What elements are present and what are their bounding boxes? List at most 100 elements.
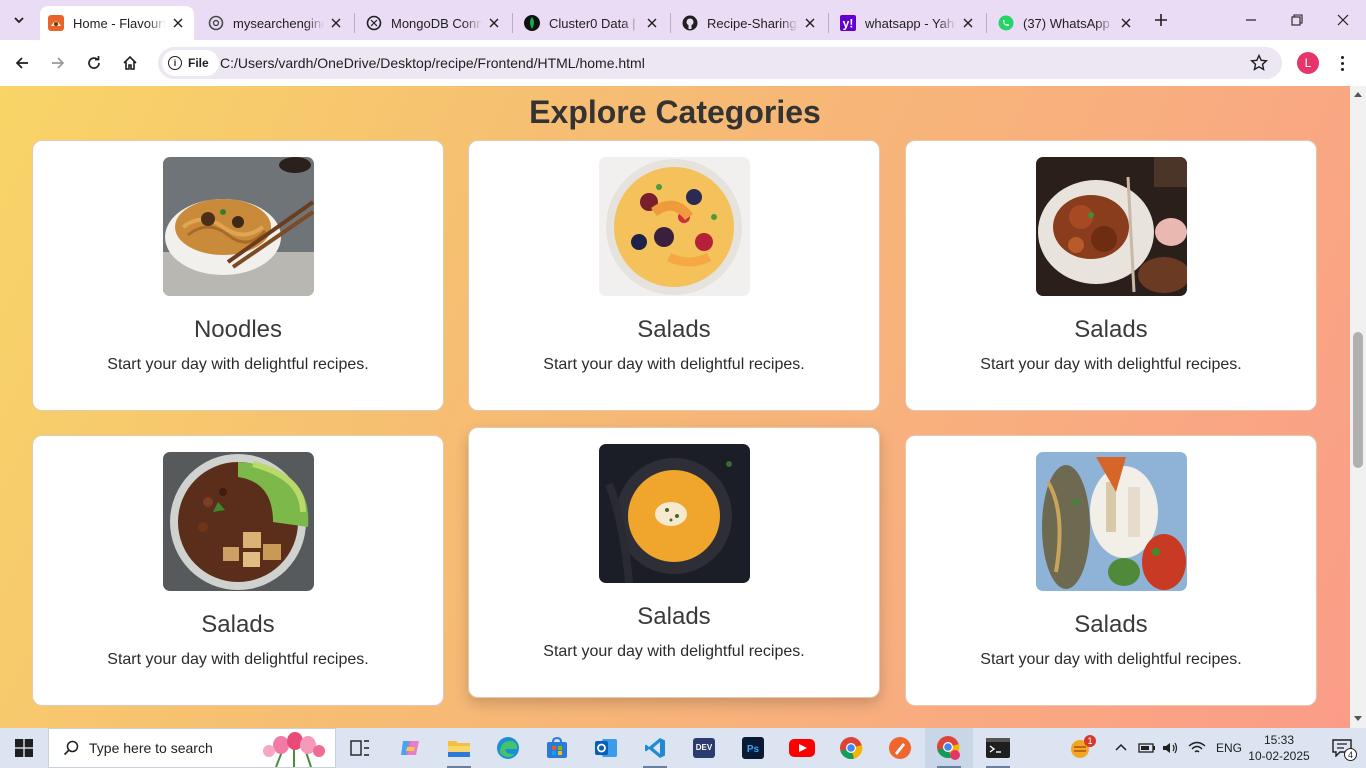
profile-avatar[interactable]: L <box>1297 52 1319 74</box>
close-icon[interactable] <box>170 15 186 31</box>
scrollbar-thumb[interactable] <box>1353 332 1363 468</box>
taskbar-search-box[interactable]: Type here to search <box>48 728 336 768</box>
card-title: Salads <box>637 603 711 630</box>
page-scrollbar[interactable] <box>1350 86 1366 728</box>
taskbar-copilot[interactable] <box>386 728 434 768</box>
close-icon[interactable] <box>328 15 344 31</box>
taskbar-chrome[interactable] <box>827 728 875 768</box>
scroll-down-arrow-icon[interactable] <box>1354 716 1362 721</box>
taskbar-photoshop[interactable]: Ps <box>729 728 777 768</box>
tab-title: mysearchengine <box>233 15 324 31</box>
tab-mongodb-conn[interactable]: MongoDB Conn <box>358 6 510 40</box>
flavour-icon <box>48 15 64 31</box>
svg-text:DEV: DEV <box>696 743 713 752</box>
tab-whatsapp-yahoo[interactable]: y! whatsapp - Yaho <box>832 6 984 40</box>
taskbar-edge[interactable] <box>484 728 532 768</box>
terminal-icon <box>986 738 1010 758</box>
openai-icon <box>208 15 224 31</box>
chevron-up-icon[interactable] <box>1114 741 1128 755</box>
store-icon <box>547 737 567 758</box>
card-description: Start your day with delightful recipes. <box>543 356 805 373</box>
category-card-salads-fried[interactable]: Salads Start your day with delightful re… <box>905 140 1317 411</box>
address-bar[interactable]: i File C:/Users/vardh/OneDrive/Desktop/r… <box>158 47 1282 79</box>
reload-icon <box>88 56 100 69</box>
taskbar-store[interactable] <box>533 728 581 768</box>
chevron-down-icon <box>14 17 24 24</box>
tofu-bowl-image <box>163 452 314 591</box>
taskbar-youtube[interactable] <box>778 728 826 768</box>
browser-menu-button[interactable] <box>1332 52 1352 74</box>
tab-title: Cluster0 Data | C <box>549 15 640 31</box>
taskbar-outlook[interactable] <box>582 728 630 768</box>
whatsapp-icon <box>998 15 1014 31</box>
tab-title: (37) WhatsApp <box>1023 15 1110 31</box>
info-icon: i <box>168 56 182 70</box>
tab-title: MongoDB Conn <box>391 15 482 31</box>
category-card-salads-fruit[interactable]: Salads Start your day with delightful re… <box>468 140 880 411</box>
site-info-chip[interactable]: i File <box>162 50 219 76</box>
forward-button[interactable] <box>44 49 72 77</box>
restore-button[interactable] <box>1274 0 1320 40</box>
task-view-icon <box>350 740 369 756</box>
home-button[interactable] <box>116 49 144 77</box>
back-button[interactable] <box>8 49 36 77</box>
taskbar-weather-widget[interactable]: 1 <box>1056 728 1104 768</box>
windows-logo-icon <box>15 739 33 757</box>
site-chip-label: File <box>188 56 209 70</box>
close-icon[interactable] <box>1118 15 1134 31</box>
task-view-button[interactable] <box>336 728 384 768</box>
scroll-up-arrow-icon[interactable] <box>1354 92 1362 97</box>
start-button[interactable] <box>0 728 48 768</box>
battery-icon[interactable] <box>1138 741 1156 755</box>
tab-whatsapp[interactable]: (37) WhatsApp <box>990 6 1142 40</box>
svg-text:Ps: Ps <box>747 744 760 755</box>
pen-app-icon <box>889 737 911 759</box>
language-indicator[interactable]: ENG <box>1216 741 1242 755</box>
svg-text:y!: y! <box>843 17 854 31</box>
volume-icon[interactable] <box>1162 741 1180 755</box>
dev-home-icon: DEV <box>693 738 715 758</box>
close-icon[interactable] <box>802 15 818 31</box>
close-icon[interactable] <box>644 15 660 31</box>
card-title: Salads <box>637 316 711 343</box>
new-tab-button[interactable] <box>1150 9 1172 31</box>
taskbar-devhome[interactable]: DEV <box>680 728 728 768</box>
bookmark-star-icon[interactable] <box>1250 54 1268 72</box>
category-card-salads-fish[interactable]: Salads Start your day with delightful re… <box>905 435 1317 706</box>
category-card-noodles[interactable]: Noodles Start your day with delightful r… <box>32 140 444 411</box>
minimize-button[interactable] <box>1228 0 1274 40</box>
fried-dish-image <box>1036 157 1187 296</box>
taskbar-terminal[interactable] <box>974 728 1022 768</box>
card-title: Noodles <box>193 316 283 343</box>
taskbar-vscode[interactable] <box>631 728 679 768</box>
card-description: Start your day with delightful recipes. <box>107 651 369 668</box>
taskbar-clock[interactable]: 15:33 10-02-2025 <box>1246 732 1312 764</box>
category-card-salads-tofu[interactable]: Salads Start your day with delightful re… <box>32 435 444 706</box>
arrow-left-icon <box>15 57 28 69</box>
reload-button[interactable] <box>80 49 108 77</box>
tab-mysearchengine[interactable]: mysearchengine <box>200 6 352 40</box>
tab-search-button[interactable] <box>6 7 32 33</box>
restore-icon <box>1291 14 1303 26</box>
tab-home-flavours[interactable]: Home - FlavourS <box>40 6 194 40</box>
tab-title: whatsapp - Yaho <box>865 15 956 31</box>
chrome-icon <box>840 737 863 759</box>
vscode-icon <box>645 738 665 758</box>
noodles-image <box>163 157 314 296</box>
tab-recipe-sharing-github[interactable]: Recipe-Sharing/ <box>674 6 826 40</box>
taskbar-sketchbook[interactable] <box>876 728 924 768</box>
card-title: Salads <box>201 611 275 638</box>
page-viewport: Explore Categories Noodles Start your da… <box>0 86 1350 728</box>
url-text[interactable]: C:/Users/vardh/OneDrive/Desktop/recipe/F… <box>220 55 645 71</box>
taskbar-file-explorer[interactable] <box>435 728 483 768</box>
youtube-icon <box>789 739 815 757</box>
category-card-salads-soup[interactable]: Salads Start your day with delightful re… <box>468 427 880 698</box>
close-window-button[interactable] <box>1320 0 1366 40</box>
system-tray: ENG <box>1114 728 1242 768</box>
wifi-icon[interactable] <box>1188 741 1206 755</box>
taskbar-chrome-profile-active[interactable] <box>925 728 973 768</box>
notification-center-button[interactable]: 4 <box>1318 728 1366 768</box>
close-icon[interactable] <box>960 15 976 31</box>
tab-cluster0-data[interactable]: Cluster0 Data | C <box>516 6 668 40</box>
close-icon[interactable] <box>486 15 502 31</box>
